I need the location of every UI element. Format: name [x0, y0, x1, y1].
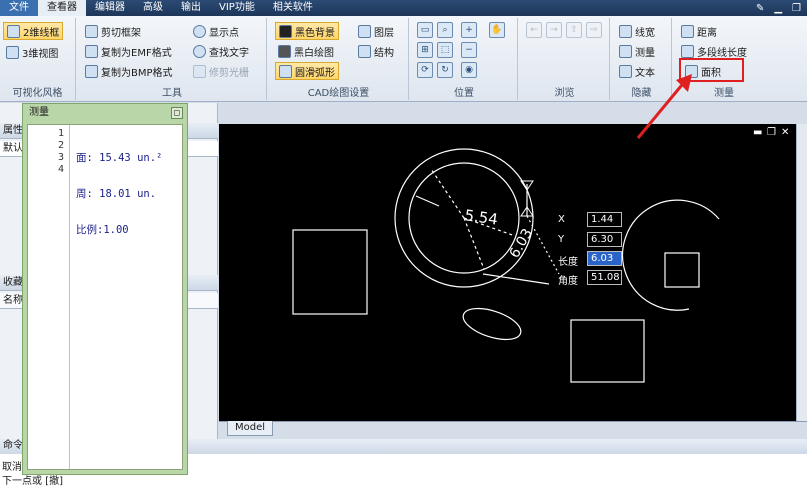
linewidth-icon	[619, 24, 632, 38]
zoom-in-icon[interactable]: +	[461, 22, 477, 38]
measure-window-title: 测量	[29, 107, 49, 118]
menu-vip[interactable]: VIP功能	[210, 0, 264, 16]
group-label: CAD绘图设置	[307, 88, 370, 99]
structure-button[interactable]: 结构	[355, 42, 397, 60]
measure-window[interactable]: 测量 ◻ 1 2 3 4 面: 15.43 un.² 周: 18.01 un. …	[22, 103, 188, 475]
group-label: 位置	[454, 88, 474, 99]
arc-icon	[279, 64, 292, 78]
x-value-field[interactable]: 1.44	[587, 212, 622, 227]
canvas-minimize-icon[interactable]: ▬	[753, 127, 762, 138]
measure-output[interactable]: 1 2 3 4 面: 15.43 un.² 周: 18.01 un. 比例:1.…	[27, 124, 183, 470]
scale-result: 比例:1.00	[76, 224, 129, 236]
menu-bar: 文件 查看器 编辑器 高级 输出 VIP功能 相关软件 ✎ ▁ ❐	[0, 0, 807, 16]
copy-bmp-button[interactable]: 复制为BMP格式	[82, 62, 176, 80]
find-text-button[interactable]: 查找文字	[190, 42, 252, 60]
group-position: ▭ ⌕ + ✋ ⊞ ⬚ − ⟳ ↻ ◉ 位置	[411, 18, 518, 100]
clip-frame-button[interactable]: 剪切框架	[82, 22, 144, 40]
group-label: 可视化风格	[12, 88, 63, 99]
orbit-icon[interactable]: ◉	[461, 62, 477, 78]
y-value-field[interactable]: 6.30	[587, 232, 622, 247]
y-label: Y	[558, 234, 565, 245]
zoom-out-icon[interactable]: −	[461, 42, 477, 58]
measure-results: 面: 15.43 un.² 周: 18.01 un. 比例:1.00	[76, 128, 162, 260]
extents-icon[interactable]: ⬚	[437, 42, 453, 58]
up-icon[interactable]: ⇧	[566, 22, 582, 38]
x-label: X	[558, 214, 565, 225]
measure-toggle-button[interactable]: 测量	[616, 42, 658, 60]
canvas-topbar	[219, 103, 807, 124]
cube-icon	[6, 45, 19, 59]
trim-raster-button[interactable]: 修剪光栅	[190, 62, 252, 80]
structure-icon	[358, 44, 371, 58]
drawing-svg: 5.54 6.03 ▬ ❐ ✕	[292, 127, 789, 383]
rotate-icon[interactable]: ⟳	[417, 62, 433, 78]
drawing-canvas[interactable]: 5.54 6.03 ▬ ❐ ✕ X 1.44 Y 6.30 长度 6.03 角度…	[219, 124, 796, 421]
group-browse: ← → ⇧ ⇨ 浏览	[520, 18, 610, 100]
restore-icon[interactable]: ❐	[792, 3, 801, 14]
next-icon[interactable]: ⇨	[586, 22, 602, 38]
2d-wireframe-button[interactable]: 2维线框	[3, 22, 64, 40]
command-line-1: 取消	[2, 462, 22, 473]
group-label: 浏览	[554, 88, 575, 99]
fit-icon[interactable]: ⊞	[417, 42, 433, 58]
layers-button[interactable]: 图层	[355, 22, 397, 40]
annotation-arrow	[636, 74, 692, 139]
wireframe-icon	[7, 24, 20, 38]
menu-related[interactable]: 相关软件	[264, 0, 322, 16]
dimension-text: 5.54	[463, 206, 499, 228]
ruler-icon	[619, 44, 632, 58]
menu-file[interactable]: 文件	[0, 0, 38, 16]
copy-emf-button[interactable]: 复制为EMF格式	[82, 42, 175, 60]
black-background-button[interactable]: 黑色背景	[275, 22, 339, 40]
canvas-close-icon[interactable]: ✕	[781, 127, 789, 138]
minimize-icon[interactable]: ▁	[774, 3, 782, 14]
zoom-area-icon[interactable]: ⌕	[437, 22, 453, 38]
copy-image-icon	[85, 64, 98, 78]
angle-value-field[interactable]: 51.08	[587, 270, 622, 285]
menu-advanced[interactable]: 高级	[134, 0, 172, 16]
scissors-icon	[85, 24, 98, 38]
bw-draw-button[interactable]: 黑白绘图	[275, 42, 337, 60]
angle-label: 角度	[558, 276, 578, 287]
group-tools: 剪切框架 复制为EMF格式 复制为BMP格式 显示点 查找文字 修剪光栅 工具	[78, 18, 267, 100]
points-icon	[193, 24, 206, 38]
copy-icon	[85, 44, 98, 58]
show-points-button[interactable]: 显示点	[190, 22, 242, 40]
zoom-window-icon[interactable]: ▭	[417, 22, 433, 38]
group-view-style: 2维线框 3维视图 可视化风格	[0, 18, 76, 100]
pan-hand-icon[interactable]: ✋	[489, 22, 505, 38]
forward-icon[interactable]: →	[546, 22, 562, 38]
crop-icon	[193, 64, 206, 78]
area-result: 面: 15.43 un.²	[76, 152, 163, 164]
length-label: 长度	[558, 257, 578, 268]
horizontal-scrollbar[interactable]	[219, 421, 807, 438]
refresh-icon[interactable]: ↻	[437, 62, 453, 78]
line-gutter	[28, 125, 70, 469]
canvas-restore-icon[interactable]: ❐	[767, 127, 776, 138]
black-bg-icon	[279, 24, 292, 38]
line-numbers: 1 2 3 4	[57, 128, 64, 175]
close-icon[interactable]: ◻	[171, 107, 183, 119]
3d-view-button[interactable]: 3维视图	[3, 43, 61, 61]
search-icon	[193, 44, 206, 58]
menu-viewer[interactable]: 查看器	[38, 0, 86, 16]
layers-icon	[358, 24, 371, 38]
perimeter-result: 周: 18.01 un.	[76, 188, 157, 200]
group-cad-settings: 黑色背景 黑白绘图 圆滑弧形 图层 结构 CAD绘图设置	[269, 18, 409, 100]
vertical-scrollbar[interactable]	[796, 124, 807, 421]
smooth-arc-button[interactable]: 圆滑弧形	[275, 62, 339, 80]
linewidth-button[interactable]: 线宽	[616, 22, 658, 40]
back-icon[interactable]: ←	[526, 22, 542, 38]
menu-editor[interactable]: 编辑器	[86, 0, 134, 16]
bw-icon	[278, 44, 291, 58]
distance-icon	[681, 24, 694, 38]
pin-icon[interactable]: ✎	[756, 3, 764, 14]
polyline-icon	[681, 44, 694, 58]
group-label: 工具	[162, 88, 182, 99]
length-value-field[interactable]: 6.03	[587, 251, 622, 266]
menu-output[interactable]: 输出	[172, 0, 210, 16]
distance-button[interactable]: 距离	[678, 22, 720, 40]
model-tab[interactable]: Model	[227, 421, 273, 436]
